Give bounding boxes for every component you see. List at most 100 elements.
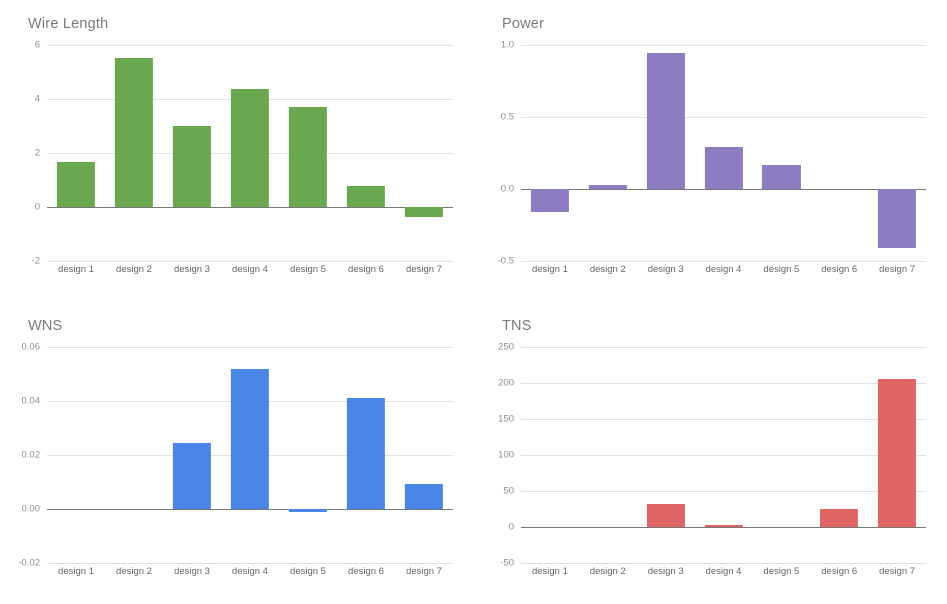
x-axis-categories: design 1 design 2 design 3 design 4 design 5…: [47, 566, 453, 577]
bar-slot: [337, 45, 395, 261]
chart-panel-wns: WNS 0.06 0.04 0.02 0.00 -0.02 design 1 design…: [0, 302, 474, 604]
y-axis-tick-label: 6: [34, 39, 40, 51]
x-axis-category-label: design 3: [647, 264, 684, 275]
bar[interactable]: [530, 188, 570, 213]
bar-slot: [695, 45, 753, 261]
chart-panel-tns: TNS 250 200 150 100 50 0 -50 design 1 design 2d…: [474, 302, 947, 604]
x-axis-category-label: design 4: [232, 264, 268, 275]
y-axis-tick-label: 100: [498, 449, 514, 461]
bar[interactable]: [230, 368, 270, 509]
chart-title: TNS: [502, 318, 532, 334]
y-axis-tick-label: -0.02: [18, 557, 40, 569]
x-axis-categories: design 1 design 2 design 3 design 4 design 5…: [521, 566, 926, 577]
chart-panel-power: Power 1.0 0.5 0.0 -0.5 design 1 design 2 desi…: [474, 0, 947, 302]
chart-title: WNS: [28, 318, 63, 334]
y-axis-tick-label: 0: [508, 521, 514, 533]
x-axis-category-label: design 3: [647, 566, 684, 577]
x-axis-category-label: design 4: [232, 566, 268, 577]
bar-slot: [163, 45, 221, 261]
gridline: [47, 261, 453, 262]
bar[interactable]: [404, 207, 444, 218]
bar[interactable]: [114, 57, 154, 207]
y-axis-tick-label: 200: [498, 377, 514, 389]
x-axis-category-label: design 2: [116, 566, 152, 577]
x-axis-category-label: design 4: [705, 566, 742, 577]
y-axis-tick-label: 4: [34, 93, 40, 105]
bar-slot: [395, 45, 453, 261]
x-axis-category-label: design 2: [116, 264, 152, 275]
bar-slot: [868, 347, 926, 563]
bar-series: [521, 347, 926, 563]
bar[interactable]: [172, 442, 212, 509]
y-axis-tick-label: 0.04: [21, 395, 41, 407]
bar[interactable]: [288, 106, 328, 207]
bar[interactable]: [588, 184, 627, 189]
x-axis-category-label: design 6: [821, 264, 858, 275]
bar-slot: [163, 347, 221, 563]
bar[interactable]: [877, 378, 917, 527]
y-axis-tick-label: 150: [498, 413, 514, 425]
x-axis-category-label: design 3: [174, 566, 210, 577]
bar[interactable]: [704, 147, 743, 189]
x-axis-category-label: design 6: [348, 264, 384, 275]
bar[interactable]: [704, 524, 743, 527]
y-axis-tick-label: 50: [503, 485, 514, 497]
x-axis-category-label: design 7: [406, 264, 442, 275]
y-axis-tick-label: 250: [498, 341, 514, 353]
bar-slot: [279, 347, 337, 563]
x-axis-category-label: design 7: [879, 566, 916, 577]
x-axis-category-label: design 2: [589, 566, 626, 577]
gridline: [47, 563, 453, 564]
bar-slot: [221, 347, 279, 563]
x-axis-category-label: design 6: [348, 566, 384, 577]
y-axis-tick-label: -0.5: [497, 255, 514, 267]
y-axis-tick-label: 2: [34, 147, 40, 159]
bar-slot: [47, 45, 105, 261]
bar[interactable]: [56, 162, 96, 207]
x-axis-category-label: design 7: [406, 566, 442, 577]
x-axis-category-label: design 5: [290, 566, 326, 577]
bar[interactable]: [646, 503, 685, 527]
y-axis-tick-label: 0.02: [21, 449, 41, 461]
bar-slot: [47, 347, 105, 563]
bar[interactable]: [762, 165, 801, 189]
x-axis-category-label: design 1: [531, 264, 568, 275]
x-axis-category-label: design 5: [763, 264, 800, 275]
y-axis-tick-label: 1.0: [500, 39, 514, 51]
bar[interactable]: [172, 126, 212, 207]
y-axis-tick-label: 0.00: [21, 503, 41, 515]
y-axis-tick-label: 0.5: [500, 111, 514, 123]
bar[interactable]: [646, 52, 685, 189]
bar-slot: [637, 347, 695, 563]
plot-area: 250 200 150 100 50 0 -50: [498, 342, 926, 569]
bar-slot: [810, 45, 868, 261]
bar-slot: [105, 347, 163, 563]
bar[interactable]: [230, 89, 270, 207]
bar-slot: [221, 45, 279, 261]
x-axis-category-label: design 5: [763, 566, 800, 577]
x-axis-category-label: design 6: [821, 566, 858, 577]
chart-title: Power: [502, 16, 545, 32]
plot-area: 0.06 0.04 0.02 0.00 -0.02: [18, 342, 453, 569]
x-axis-category-label: design 1: [58, 566, 94, 577]
bar-slot: [521, 347, 579, 563]
x-axis-category-label: design 2: [589, 264, 626, 275]
bar-slot: [279, 45, 337, 261]
bar[interactable]: [288, 509, 328, 513]
bar-slot: [395, 347, 453, 563]
bar-series: [521, 45, 926, 261]
chart-panel-wire-length: Wire Length 6 4 2 0 -2 design 1 design 2 desig…: [0, 0, 474, 302]
bar[interactable]: [346, 398, 386, 509]
x-axis-categories: design 1 design 2 design 3 design 4 design 5…: [521, 264, 926, 275]
bar[interactable]: [877, 188, 917, 249]
bar-slot: [810, 347, 868, 563]
bar-slot: [337, 347, 395, 563]
bar[interactable]: [820, 509, 859, 527]
bar[interactable]: [404, 483, 444, 509]
bar[interactable]: [346, 185, 386, 207]
bar-series: [47, 347, 453, 563]
bar-slot: [521, 45, 579, 261]
x-axis-category-label: design 1: [58, 264, 94, 275]
y-axis-tick-label: 0: [34, 201, 40, 213]
x-axis-category-label: design 3: [174, 264, 210, 275]
